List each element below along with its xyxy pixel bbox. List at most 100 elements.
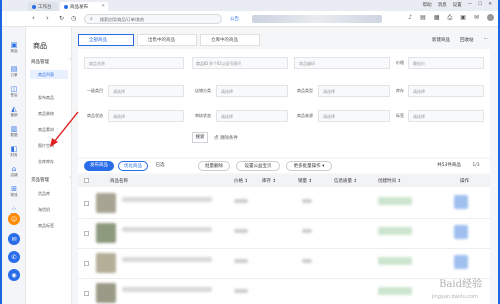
sidebar-group-goods[interactable]: 货品管理 ˄ [31,177,71,183]
rail-item-data[interactable]: ▥ 数据 [2,125,26,138]
search-button[interactable]: 搜索 [192,132,208,143]
tab-workbench[interactable]: 工作台 [28,2,58,11]
stock-select[interactable]: 请选择 [408,85,484,97]
assistant-icon[interactable]: ☺ [8,213,20,225]
sidebar-item-inventory[interactable]: 仓库库存 [38,159,54,165]
main-content: 全部商品 出售中的商品 仓库中的商品 新建商品 回收站 ⋯ 商品名称 商品ID 多… [72,27,498,304]
chevron-up-icon: ˄ [69,177,72,182]
grid-icon: ⁘ [11,205,17,213]
status-select[interactable]: 请选择 [108,110,184,122]
sidebar-item-goods-machine[interactable]: 淘货机 [38,207,50,213]
select-all-checkbox[interactable] [84,178,89,183]
product-type-select[interactable]: 请选择 [318,85,390,97]
sidebar-item-materials[interactable]: 商品素材 [38,127,54,133]
sidebar-item-publish[interactable]: 发布商品 [38,95,54,101]
file-icon[interactable]: ▦ [434,14,440,22]
title-bar: 工作台 商品发布 ✕ 帮助 消息 设置 — ☐ ✕ [2,0,498,11]
minimize-icon[interactable]: — [468,2,473,8]
close-icon[interactable]: ✕ [101,4,105,9]
col-sales[interactable]: 销量 ↕ [298,178,312,184]
audit-select[interactable]: 请选择 [216,110,288,122]
maximize-icon[interactable]: ☐ [478,2,482,8]
sidebar-item-product-list[interactable]: 商品列表 [30,70,68,79]
forward-arrow-icon[interactable]: › [46,14,49,22]
new-product-link[interactable]: 新建商品 [432,37,450,43]
notice-link[interactable]: 公告 [230,16,239,22]
shop-category-select[interactable]: 请选择 [216,85,288,97]
message-icon[interactable]: ✉ [8,233,20,245]
created-cell [378,257,412,265]
product-thumbnail [96,253,116,273]
rail-item-marketing[interactable]: ◭ 营销 [2,105,26,118]
category-select[interactable]: 请选择 [108,85,184,97]
tab-on-sale[interactable]: 出售中的商品 [137,34,197,46]
col-quality[interactable]: 信息质量 ↕ [334,178,357,184]
publish-button[interactable]: 发布商品 [84,161,114,171]
history-icon[interactable]: ◷ [71,15,76,22]
col-price[interactable]: 价格 ↕ [234,178,248,184]
tab-product-publish[interactable]: 商品发布 ✕ [60,2,108,11]
rail-item-finance[interactable]: ◧ 财务 [2,145,26,158]
product-name-field[interactable]: 商品名称 [84,57,184,69]
sidebar-group-product[interactable]: 商品管理 ˄ [31,59,71,65]
batch-set-button[interactable]: 设置公益宝贝 [236,161,280,171]
optimize-button[interactable]: 优化商品 [118,161,148,171]
product-type-label: 商品类型 [297,88,313,93]
store-icon: ⌂ [11,165,17,173]
tab-all-products[interactable]: 全部商品 [78,34,134,46]
print-icon[interactable]: ⎙ [447,14,452,22]
sidebar-item-decoration[interactable]: 商品装修 [38,111,54,117]
ops-cell[interactable] [454,195,468,209]
settings-link[interactable]: 设置 [453,2,462,8]
bell-icon[interactable]: ♪ [408,14,412,22]
source-select[interactable]: 请选择 [318,110,390,122]
document-icon[interactable]: ▤ [420,14,426,22]
back-arrow-icon[interactable]: ‹ [32,14,35,22]
row-checkbox[interactable] [84,201,89,206]
tag-select[interactable]: 请选择 [408,110,484,122]
rail-item-logistics[interactable]: ⊞ 物流 [2,185,26,198]
col-created[interactable]: 创建时间 ↕ [378,178,401,184]
rail-item-orders[interactable]: ▤ 订单 [2,65,26,78]
more-icon[interactable]: ⋯ [484,37,489,43]
avatar[interactable] [487,14,494,21]
calendar-icon[interactable]: ▣ [460,14,466,22]
rail-item-aftersale[interactable]: ◫ 售后 [2,85,26,98]
app-window: 工作台 商品发布 ✕ 帮助 消息 设置 — ☐ ✕ ‹ › ↻ ◷ ⌕ 搜索应用… [2,0,498,304]
product-id-field[interactable]: 商品ID 多个ID以逗号隔开 [192,57,288,69]
batch-delete-button[interactable]: 批量删除 [198,161,230,171]
sidebar-item-tags[interactable]: 商品标签 [38,223,54,229]
price-min-field[interactable]: 最低价 [408,57,484,69]
ops-cell[interactable] [454,255,468,269]
price-label: 价格 [396,60,404,65]
created-cell [378,197,412,205]
mail-icon[interactable]: ✉ [474,14,479,22]
messages-link[interactable]: 消息 [438,2,447,8]
search-input[interactable]: ⌕ 搜索应用/商品/订单/其他 [84,14,222,24]
table-row[interactable] [78,189,490,219]
more-batch-button[interactable]: 更多批量操作 ▾ [286,161,332,171]
table-row[interactable] [78,219,490,249]
row-checkbox[interactable] [84,291,89,296]
tab-in-warehouse[interactable]: 仓库中的商品 [200,34,260,46]
refresh-icon[interactable]: ↻ [59,15,64,22]
rail-item-products[interactable]: ▣ 商品 [2,41,26,54]
clear-conditions-link[interactable]: 点 清除条件 [214,135,238,141]
product-code-field[interactable]: 商品编码 [294,57,390,69]
sidebar-item-goods-library[interactable]: 货品库 [38,191,50,197]
ops-cell[interactable] [454,225,468,239]
rail-item-store[interactable]: ⌂ 店铺 [2,165,26,178]
close-window-icon[interactable]: ✕ [488,2,492,8]
sidebar-item-image-space[interactable]: 图片空间 [38,143,54,149]
recycle-bin-link[interactable]: 回收站 [460,37,474,43]
pager[interactable]: 1/3 [466,161,486,171]
table-row[interactable] [78,249,490,279]
col-stock[interactable]: 库存 ↕ [262,178,276,184]
table-row[interactable] [78,279,490,304]
row-checkbox[interactable] [84,261,89,266]
service-icon[interactable]: ✆ [8,251,20,263]
mobile-icon[interactable]: ◉ [8,269,20,281]
row-checkbox[interactable] [84,231,89,236]
doc-icon: ▤ [10,65,18,73]
help-link[interactable]: 帮助 [423,2,432,8]
